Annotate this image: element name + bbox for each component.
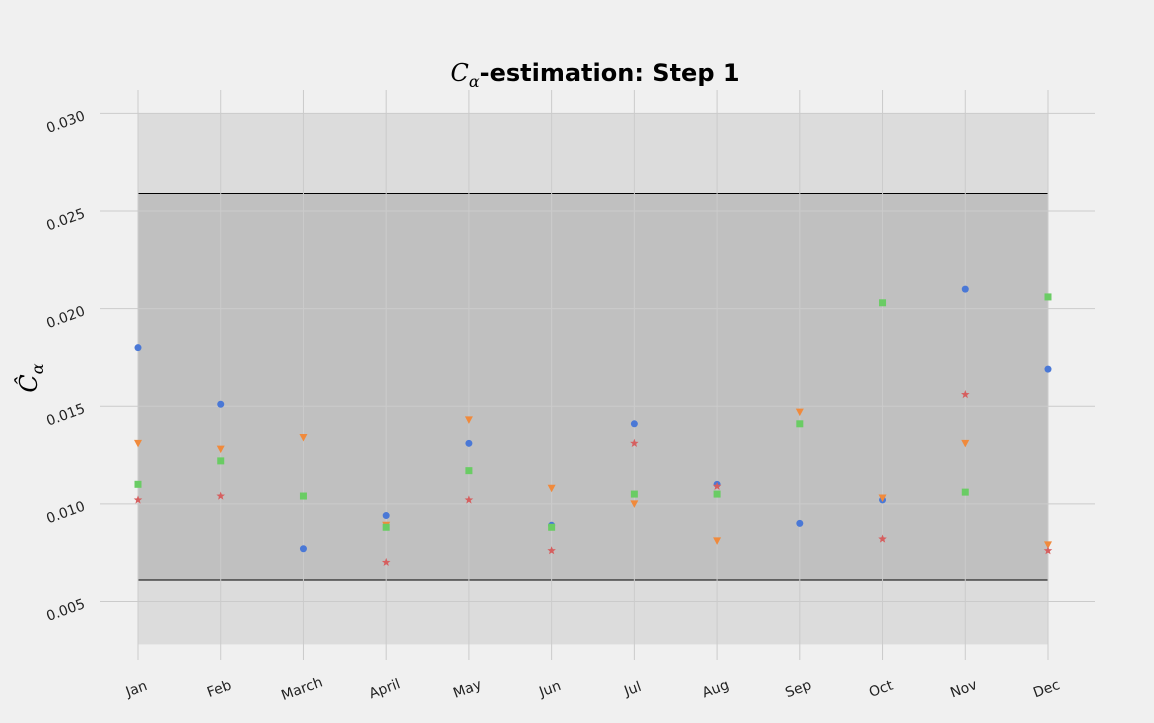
point-circle-10 xyxy=(961,285,969,293)
point-circle-6 xyxy=(630,420,638,428)
point-square-6 xyxy=(630,490,638,498)
point-circle-4 xyxy=(465,439,473,447)
point-square-3 xyxy=(382,523,390,531)
point-square-4 xyxy=(465,467,473,475)
point-circle-1 xyxy=(217,400,225,408)
y-axis-label-symbol: Ĉ xyxy=(14,374,43,392)
chart-canvas: Jan Feb March April May Jun Jul Aug Sep Oct Nov Dec… xyxy=(0,0,1154,723)
chart-title-text: -estimation: Step 1 xyxy=(480,59,740,87)
inner-band xyxy=(138,193,1048,580)
point-square-10 xyxy=(961,488,969,496)
point-square-0 xyxy=(134,480,142,488)
point-square-11 xyxy=(1044,293,1052,301)
point-circle-11 xyxy=(1044,365,1052,373)
point-square-1 xyxy=(217,457,225,465)
point-square-7 xyxy=(713,490,721,498)
chart-title-subscript: α xyxy=(469,72,480,91)
point-square-8 xyxy=(796,420,804,428)
chart-title: Cα-estimation: Step 1 xyxy=(450,59,739,91)
point-circle-0 xyxy=(134,344,142,352)
point-square-9 xyxy=(879,299,887,307)
point-circle-8 xyxy=(796,519,804,527)
point-circle-3 xyxy=(382,512,390,520)
point-square-2 xyxy=(299,492,307,500)
point-circle-2 xyxy=(299,545,307,553)
y-axis-label-subscript: α xyxy=(28,363,47,374)
chart-title-symbol: C xyxy=(450,59,468,87)
band-layer xyxy=(138,113,1048,645)
point-square-5 xyxy=(548,523,556,531)
